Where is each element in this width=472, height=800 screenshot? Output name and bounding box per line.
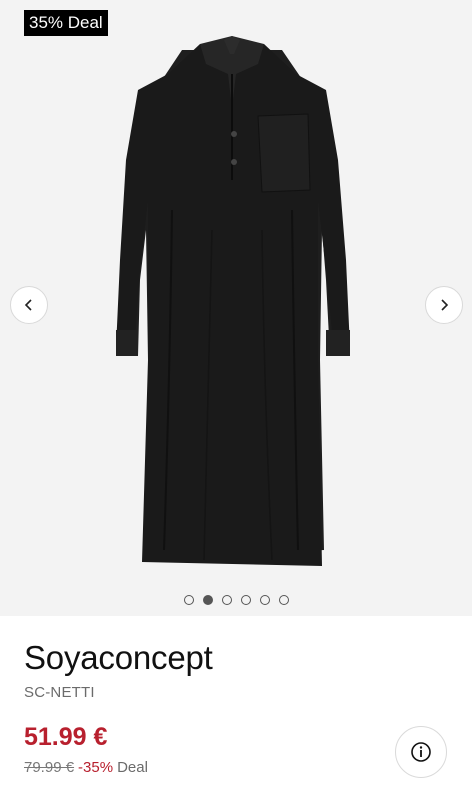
product-model: SC-NETTI (24, 684, 95, 701)
deal-badge: 35% Deal (24, 10, 108, 36)
brand-name[interactable]: Soyaconcept (24, 638, 213, 678)
previous-image-button[interactable] (10, 286, 48, 324)
pagination-dot[interactable] (259, 595, 270, 605)
product-gallery[interactable]: 35% Deal (0, 0, 472, 616)
info-icon (411, 742, 431, 762)
chevron-left-icon (24, 299, 32, 311)
gallery-pagination (0, 595, 472, 607)
pagination-dot[interactable] (240, 595, 251, 605)
price-info-button[interactable] (395, 726, 447, 778)
product-info: Soyaconcept SC-NETTI 51.99 € 79.99 € -35… (0, 616, 472, 800)
price-details: 79.99 € -35% Deal (24, 758, 148, 778)
current-price: 51.99 € (24, 723, 108, 751)
discount-percent: -35% (78, 759, 114, 776)
pagination-dot-active[interactable] (202, 595, 213, 605)
chevron-right-icon (441, 299, 449, 311)
next-image-button[interactable] (425, 286, 463, 324)
pagination-dot[interactable] (221, 595, 232, 605)
product-image[interactable] (112, 30, 352, 570)
original-price: 79.99 € (24, 759, 75, 776)
pagination-dot[interactable] (183, 595, 194, 605)
deal-label: Deal (117, 759, 148, 776)
pagination-dot[interactable] (278, 595, 289, 605)
